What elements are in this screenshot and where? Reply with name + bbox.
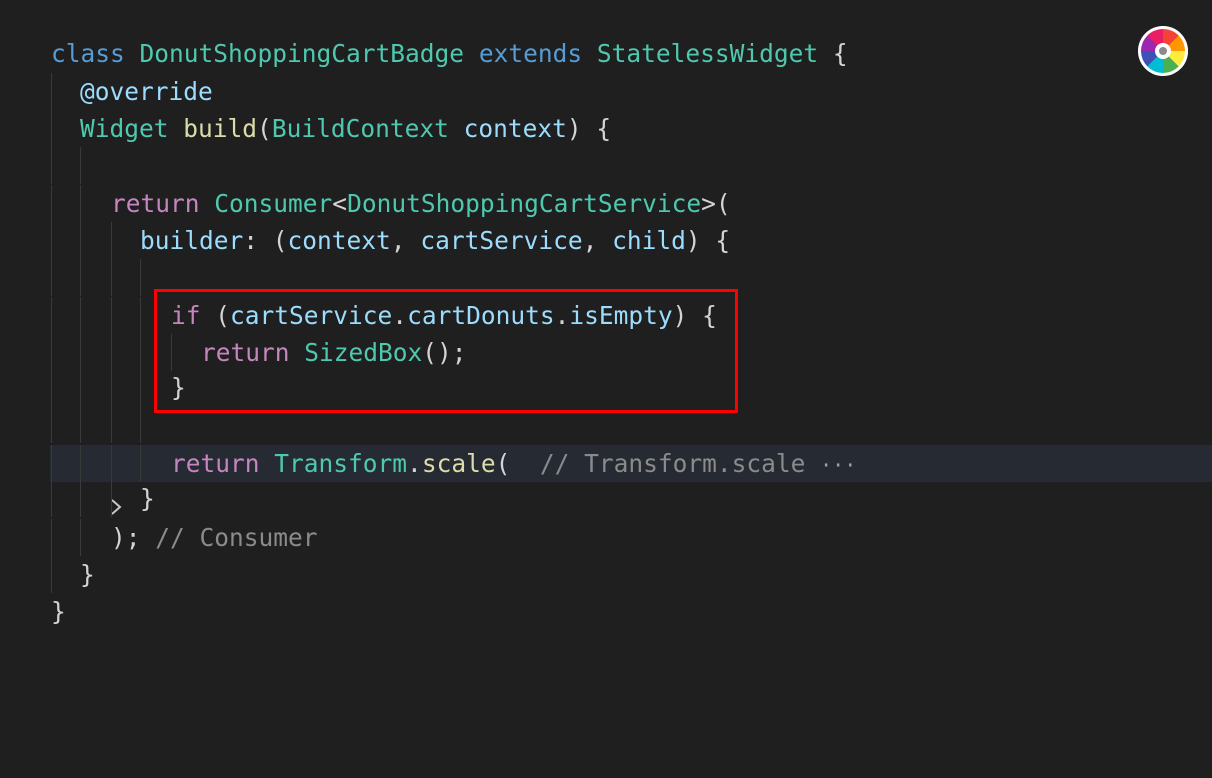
indent-guide bbox=[80, 147, 81, 184]
close-brace: } bbox=[140, 484, 155, 513]
comma: , bbox=[390, 226, 421, 255]
keyword-return: return bbox=[111, 189, 200, 218]
indent-guide bbox=[140, 297, 141, 334]
indent-guide bbox=[140, 406, 141, 443]
indent-guide bbox=[111, 369, 112, 406]
close-brace: } bbox=[80, 560, 95, 589]
code-line-14: ); // Consumer bbox=[0, 519, 1212, 556]
indent-guide bbox=[51, 406, 52, 443]
indent-guide bbox=[51, 519, 52, 556]
arg-cart-service: cartService bbox=[420, 226, 583, 255]
indent-guide bbox=[80, 185, 81, 222]
logo-center bbox=[1155, 43, 1171, 59]
indent-guide bbox=[51, 334, 52, 371]
class-name: DonutShoppingCartBadge bbox=[139, 39, 465, 68]
indent-guide bbox=[111, 222, 112, 259]
code-line-6: builder: (context, cartService, child) { bbox=[0, 222, 1212, 259]
arg-context: context bbox=[287, 226, 391, 255]
base-class: StatelessWidget bbox=[596, 39, 819, 68]
keyword-return: return bbox=[171, 449, 260, 478]
indent-guide bbox=[51, 480, 52, 517]
open-brace: { bbox=[832, 39, 848, 68]
paren-open: ( bbox=[495, 449, 511, 478]
indent-guide bbox=[51, 147, 52, 184]
consumer-comment: // Consumer bbox=[155, 523, 318, 552]
code-line-5: return Consumer<DonutShoppingCartService… bbox=[0, 185, 1212, 222]
builder-param: builder bbox=[140, 226, 244, 255]
indent-guide bbox=[80, 259, 81, 296]
transform-type: Transform bbox=[274, 449, 408, 478]
indent-guide bbox=[51, 222, 52, 259]
code-line-13: } bbox=[0, 480, 1212, 517]
indent-guide bbox=[140, 445, 141, 482]
separator: : ( bbox=[243, 226, 288, 255]
indent-guide bbox=[51, 556, 52, 593]
generic-type: DonutShoppingCartService bbox=[347, 189, 702, 218]
indent-guide bbox=[51, 369, 52, 406]
indent-guide bbox=[80, 222, 81, 259]
method-name: build bbox=[183, 114, 258, 143]
dot: . bbox=[407, 449, 422, 478]
comma: , bbox=[582, 226, 613, 255]
code-line-2: @override bbox=[0, 73, 1212, 110]
highlight-annotation-box bbox=[154, 289, 738, 413]
indent-guide bbox=[80, 406, 81, 443]
param-type: BuildContext bbox=[271, 114, 449, 143]
call-close: ); bbox=[111, 523, 141, 552]
code-line-12: return Transform.scale( // Transform.sca… bbox=[0, 445, 1212, 515]
code-line-16: } bbox=[0, 593, 1212, 630]
indent-guide bbox=[80, 334, 81, 371]
indent-guide bbox=[111, 334, 112, 371]
indent-guide bbox=[80, 369, 81, 406]
indent-guide bbox=[80, 445, 81, 482]
indent-guide bbox=[140, 334, 141, 371]
paren-close-brace: ) { bbox=[566, 114, 612, 143]
indent-guide bbox=[51, 185, 52, 222]
scale-method: scale bbox=[421, 449, 496, 478]
param-name: context bbox=[463, 114, 567, 143]
indent-guide bbox=[111, 259, 112, 296]
indent-guide bbox=[51, 259, 52, 296]
chevron-right-icon[interactable] bbox=[18, 453, 122, 515]
code-line-1: class DonutShoppingCartBadge extends Sta… bbox=[0, 35, 1212, 72]
indent-guide bbox=[80, 480, 81, 517]
indent-guide bbox=[111, 406, 112, 443]
consumer-type: Consumer bbox=[214, 189, 333, 218]
indent-guide bbox=[140, 369, 141, 406]
color-wheel-logo-icon bbox=[1138, 26, 1188, 76]
indent-guide bbox=[80, 297, 81, 334]
indent-guide bbox=[51, 445, 52, 482]
return-type: Widget bbox=[80, 114, 169, 143]
folded-comment: // Transform.scale bbox=[539, 449, 806, 478]
indent-guide bbox=[111, 297, 112, 334]
logo-center-dot bbox=[1159, 47, 1167, 55]
angle-open: < bbox=[332, 189, 348, 218]
code-line-4 bbox=[0, 147, 1212, 184]
indent-guide bbox=[80, 519, 81, 556]
indent-guide bbox=[51, 297, 52, 334]
annotation-override: @override bbox=[80, 77, 213, 106]
indent-guide bbox=[51, 73, 52, 110]
angle-close-paren: >( bbox=[701, 189, 731, 218]
paren-close-brace: ) { bbox=[685, 226, 731, 255]
code-line-3: Widget build(BuildContext context) { bbox=[0, 110, 1212, 147]
indent-guide bbox=[51, 110, 52, 147]
code-editor[interactable]: class DonutShoppingCartBadge extends Sta… bbox=[0, 0, 1212, 665]
keyword-class: class bbox=[51, 39, 125, 68]
close-brace: } bbox=[51, 597, 66, 626]
folded-ellipsis[interactable]: ··· bbox=[820, 453, 856, 477]
keyword-extends: extends bbox=[478, 39, 583, 68]
code-line-15: } bbox=[0, 556, 1212, 593]
indent-guide bbox=[140, 259, 141, 296]
paren-open: ( bbox=[257, 114, 272, 143]
indent-guide bbox=[111, 480, 112, 517]
indent-guide bbox=[111, 445, 112, 482]
arg-child: child bbox=[612, 226, 686, 255]
